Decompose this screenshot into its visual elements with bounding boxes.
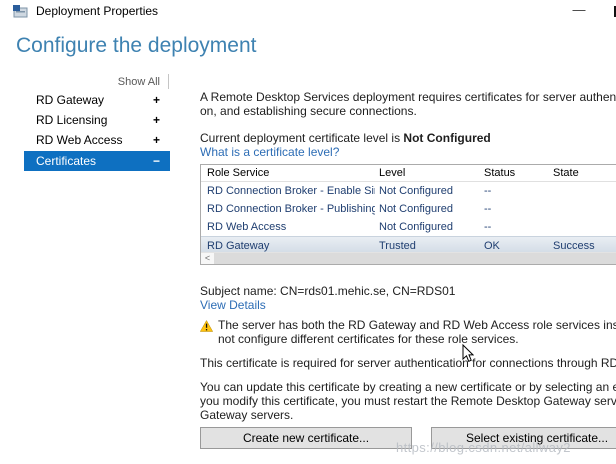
window-app-icon bbox=[13, 4, 28, 18]
update-info-line1: You can update this certificate by creat… bbox=[200, 380, 616, 394]
sidebar-item-label: Certificates bbox=[36, 151, 96, 171]
expand-icon[interactable]: + bbox=[153, 130, 160, 150]
sidebar-item-label: RD Web Access bbox=[36, 130, 122, 150]
update-info-line3: Gateway servers. bbox=[200, 408, 293, 422]
table-header-row: Role Service Level Status State bbox=[201, 165, 616, 182]
cell-role-service: RD Connection Broker - Publishing bbox=[207, 200, 375, 218]
cell-role-service: RD Web Access bbox=[207, 218, 375, 236]
scroll-left-arrow-icon[interactable]: < bbox=[201, 253, 214, 264]
view-details-link[interactable]: View Details bbox=[200, 298, 266, 312]
watermark-text: https://blog.csdn.net/allway2 bbox=[396, 440, 571, 455]
window-title: Deployment Properties bbox=[36, 4, 158, 18]
certificate-required-text: This certificate is required for server … bbox=[200, 356, 616, 370]
certificate-level-text: Current deployment certificate level is … bbox=[200, 131, 491, 145]
deployment-properties-window: Deployment Properties — Configure the de… bbox=[0, 0, 616, 464]
expand-icon[interactable]: + bbox=[153, 110, 160, 130]
table-row[interactable]: RD Web Access Not Configured -- bbox=[201, 218, 616, 236]
column-header-status[interactable]: Status bbox=[484, 165, 548, 182]
warning-icon bbox=[200, 320, 213, 332]
what-is-certificate-level-link[interactable]: What is a certificate level? bbox=[200, 145, 339, 159]
intro-text-line2: on, and establishing secure connections. bbox=[200, 104, 417, 118]
sidebar-divider bbox=[168, 74, 169, 89]
column-header-role-service[interactable]: Role Service bbox=[207, 165, 375, 182]
cell-level: Not Configured bbox=[379, 200, 479, 218]
column-header-level[interactable]: Level bbox=[379, 165, 479, 182]
cell-role-service: RD Connection Broker - Enable Sing bbox=[207, 182, 375, 200]
title-bar: Deployment Properties — bbox=[0, 0, 616, 22]
sidebar-item-label: RD Gateway bbox=[36, 90, 104, 110]
sidebar-item-certificates[interactable]: Certificates − bbox=[24, 151, 170, 171]
sidebar-item-rd-licensing[interactable]: RD Licensing + bbox=[24, 110, 170, 130]
certificates-table: Role Service Level Status State RD Conne… bbox=[200, 164, 616, 265]
update-info-line2: you modify this certificate, you must re… bbox=[200, 394, 616, 408]
cell-level: Not Configured bbox=[379, 218, 479, 236]
page-title: Configure the deployment bbox=[16, 34, 257, 58]
intro-text-line1: A Remote Desktop Services deployment req… bbox=[200, 90, 616, 104]
sidebar-item-rd-gateway[interactable]: RD Gateway + bbox=[24, 90, 170, 110]
expand-icon[interactable]: + bbox=[153, 90, 160, 110]
collapse-icon[interactable]: − bbox=[153, 151, 160, 171]
mouse-cursor bbox=[462, 344, 474, 363]
cell-status: -- bbox=[484, 200, 548, 218]
certificate-level-value: Not Configured bbox=[403, 131, 490, 145]
cell-status: -- bbox=[484, 218, 548, 236]
subject-name-text: Subject name: CN=rds01.mehic.se, CN=RDS0… bbox=[200, 284, 455, 298]
warning-text-line1: The server has both the RD Gateway and R… bbox=[218, 318, 616, 332]
cell-status: -- bbox=[484, 182, 548, 200]
sidebar-item-rd-web-access[interactable]: RD Web Access + bbox=[24, 130, 170, 150]
create-new-certificate-button[interactable]: Create new certificate... bbox=[200, 427, 412, 449]
column-header-state[interactable]: State bbox=[553, 165, 616, 182]
horizontal-scrollbar[interactable]: < bbox=[201, 252, 616, 264]
minimize-button[interactable]: — bbox=[563, 0, 595, 22]
table-row[interactable]: RD Connection Broker - Enable Sing Not C… bbox=[201, 182, 616, 200]
scrollbar-thumb[interactable] bbox=[214, 253, 616, 264]
table-row[interactable]: RD Connection Broker - Publishing Not Co… bbox=[201, 200, 616, 218]
cell-level: Not Configured bbox=[379, 182, 479, 200]
certificate-level-prefix: Current deployment certificate level is bbox=[200, 131, 403, 145]
sidebar-item-label: RD Licensing bbox=[36, 110, 107, 130]
show-all-link[interactable]: Show All bbox=[88, 76, 160, 88]
